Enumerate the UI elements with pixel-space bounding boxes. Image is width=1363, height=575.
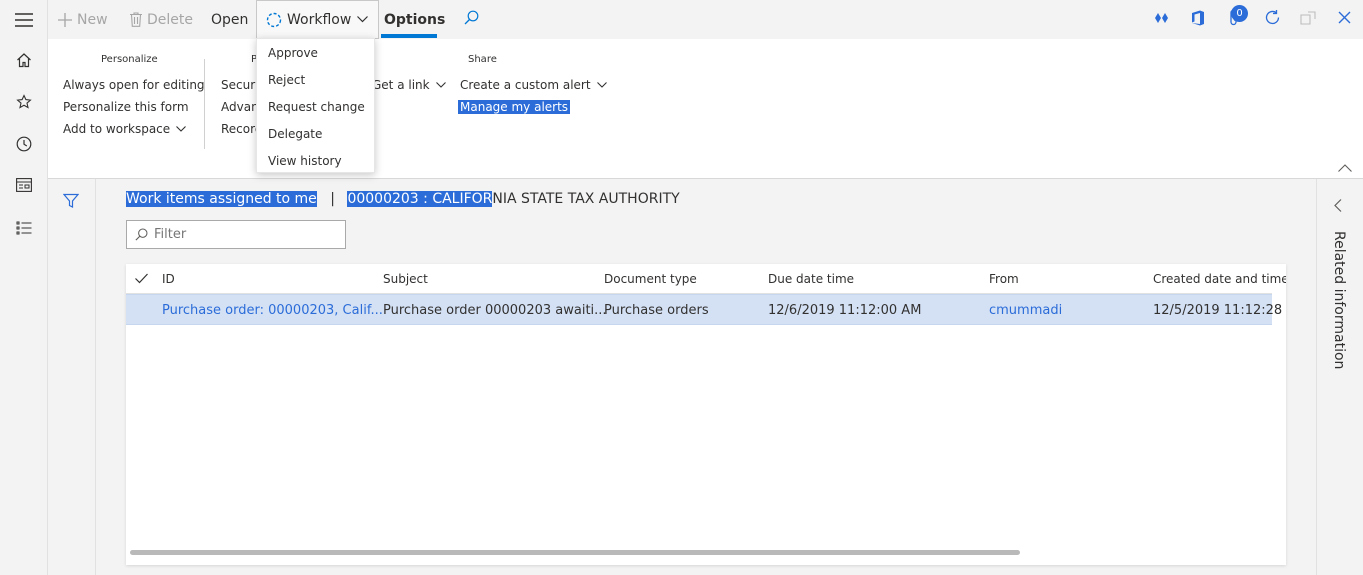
chevron-down-icon: [596, 82, 607, 88]
chevron-left-icon: [1334, 199, 1342, 212]
column-header-from[interactable]: From: [989, 272, 1019, 286]
chevron-down-icon: [435, 82, 446, 88]
menu-item-reject[interactable]: Reject: [268, 73, 305, 87]
manage-my-alerts-button[interactable]: Manage my alerts: [458, 100, 571, 114]
tab-options-label: Options: [384, 11, 446, 28]
funnel-filter-icon: [62, 193, 80, 208]
grid-header: ID Subject Document type Due date time F…: [126, 264, 1286, 294]
collapse-ribbon-button[interactable]: [1338, 161, 1352, 176]
add-to-workspace-label: Add to workspace: [63, 122, 171, 136]
create-custom-alert-button[interactable]: Create a custom alert: [460, 78, 607, 92]
select-all-checkbox[interactable]: [135, 273, 148, 288]
create-custom-alert-label: Create a custom alert: [460, 78, 591, 92]
always-open-for-editing-button[interactable]: Always open for editing: [63, 78, 205, 92]
related-information-label[interactable]: Related information: [1331, 231, 1347, 369]
chevron-down-icon: [176, 126, 187, 132]
add-to-workspace-button[interactable]: Add to workspace: [63, 122, 187, 136]
office-button[interactable]: [1191, 0, 1205, 39]
checkmark-icon: [135, 273, 148, 284]
menu-item-view-history[interactable]: View history: [268, 154, 342, 168]
expand-related-info-button[interactable]: [1334, 199, 1342, 216]
breadcrumb: Work items assigned to me | 00000203 : C…: [126, 191, 680, 207]
chevron-up-icon: [1338, 164, 1352, 172]
column-header-due-date-time[interactable]: Due date time: [768, 272, 854, 286]
close-button[interactable]: [1338, 0, 1351, 39]
hamburger-menu-icon[interactable]: [12, 8, 36, 32]
open-button[interactable]: Open: [211, 0, 248, 39]
trash-icon: [130, 12, 142, 27]
new-button-label: New: [77, 11, 108, 28]
search-button[interactable]: [464, 0, 479, 39]
cell-document-type: Purchase orders: [604, 303, 709, 318]
menu-item-approve[interactable]: Approve: [268, 46, 318, 60]
open-button-label: Open: [211, 11, 249, 28]
star-favorites-icon[interactable]: [12, 90, 36, 114]
chevron-down-icon: [357, 16, 369, 23]
cell-id[interactable]: Purchase order: 00000203, Calif...: [162, 303, 383, 318]
cell-subject: Purchase order 00000203 awaiti...: [383, 303, 607, 318]
diamond-app-icon: [1154, 12, 1169, 28]
options-ribbon: Personalize Always open for editing Pers…: [48, 39, 1363, 179]
clock-recent-icon[interactable]: [12, 132, 36, 156]
horizontal-scrollbar[interactable]: [130, 550, 1020, 555]
office-icon: [1191, 10, 1205, 30]
open-in-new-window-button[interactable]: [1300, 0, 1316, 39]
table-row[interactable]: Purchase order: 00000203, Calif... Purch…: [126, 294, 1282, 325]
ribbon-group-divider: [204, 59, 205, 149]
breadcrumb-record-selected: 00000203 : CALIFOR: [347, 191, 493, 207]
column-header-created-date-time[interactable]: Created date and time: [1153, 272, 1286, 286]
workflow-button-label: Workflow: [287, 11, 352, 28]
cell-created-date-time: 12/5/2019 11:12:28: [1153, 303, 1283, 318]
delete-button[interactable]: Delete: [130, 0, 193, 39]
workspaces-icon[interactable]: [12, 173, 36, 197]
filter-pane-strip: [48, 179, 96, 575]
action-pane: New Delete Open Workflow Options 0: [48, 0, 1363, 39]
refresh-button[interactable]: [1264, 0, 1281, 39]
workflow-icon: [266, 12, 282, 28]
cell-from[interactable]: cmummadi: [989, 303, 1062, 318]
left-navigation: [0, 0, 48, 575]
new-button[interactable]: New: [58, 0, 108, 39]
column-header-document-type[interactable]: Document type: [604, 272, 697, 286]
filter-pane-button[interactable]: [62, 193, 80, 213]
home-icon[interactable]: [12, 48, 36, 72]
modules-list-icon[interactable]: [12, 216, 36, 240]
popout-icon: [1300, 10, 1316, 29]
group-heading-share: Share: [468, 54, 497, 65]
filter-input[interactable]: [154, 227, 334, 242]
menu-item-request-change[interactable]: Request change: [268, 100, 365, 114]
personalize-this-form-button[interactable]: Personalize this form: [63, 100, 189, 114]
get-a-link-button[interactable]: Get a link: [372, 78, 446, 92]
filter-input-container: [126, 220, 346, 249]
related-information-pane: Related information: [1316, 179, 1363, 575]
column-header-subject[interactable]: Subject: [383, 272, 428, 286]
delete-button-label: Delete: [147, 11, 193, 28]
column-header-id[interactable]: ID: [162, 272, 175, 286]
breadcrumb-separator: |: [330, 191, 335, 207]
cell-due-date-time: 12/6/2019 11:12:00 AM: [768, 303, 922, 318]
power-apps-button[interactable]: [1154, 0, 1169, 39]
workflow-menu: Approve Reject Request change Delegate V…: [256, 38, 375, 173]
refresh-icon: [1264, 9, 1281, 30]
work-items-grid: ID Subject Document type Due date time F…: [126, 264, 1286, 565]
workflow-button[interactable]: Workflow: [256, 0, 380, 39]
menu-item-delegate[interactable]: Delegate: [268, 127, 322, 141]
active-tab-indicator: [381, 34, 437, 38]
attachments-badge: 0: [1231, 5, 1248, 22]
search-icon: [135, 228, 148, 241]
close-icon: [1338, 11, 1351, 28]
main-content: Work items assigned to me | 00000203 : C…: [48, 179, 1316, 575]
plus-icon: [58, 12, 72, 27]
breadcrumb-record-rest: NIA STATE TAX AUTHORITY: [492, 191, 680, 207]
breadcrumb-work-items[interactable]: Work items assigned to me: [126, 191, 317, 207]
search-icon: [464, 10, 479, 29]
group-heading-personalize: Personalize: [101, 54, 158, 65]
get-a-link-label: Get a link: [372, 78, 430, 92]
